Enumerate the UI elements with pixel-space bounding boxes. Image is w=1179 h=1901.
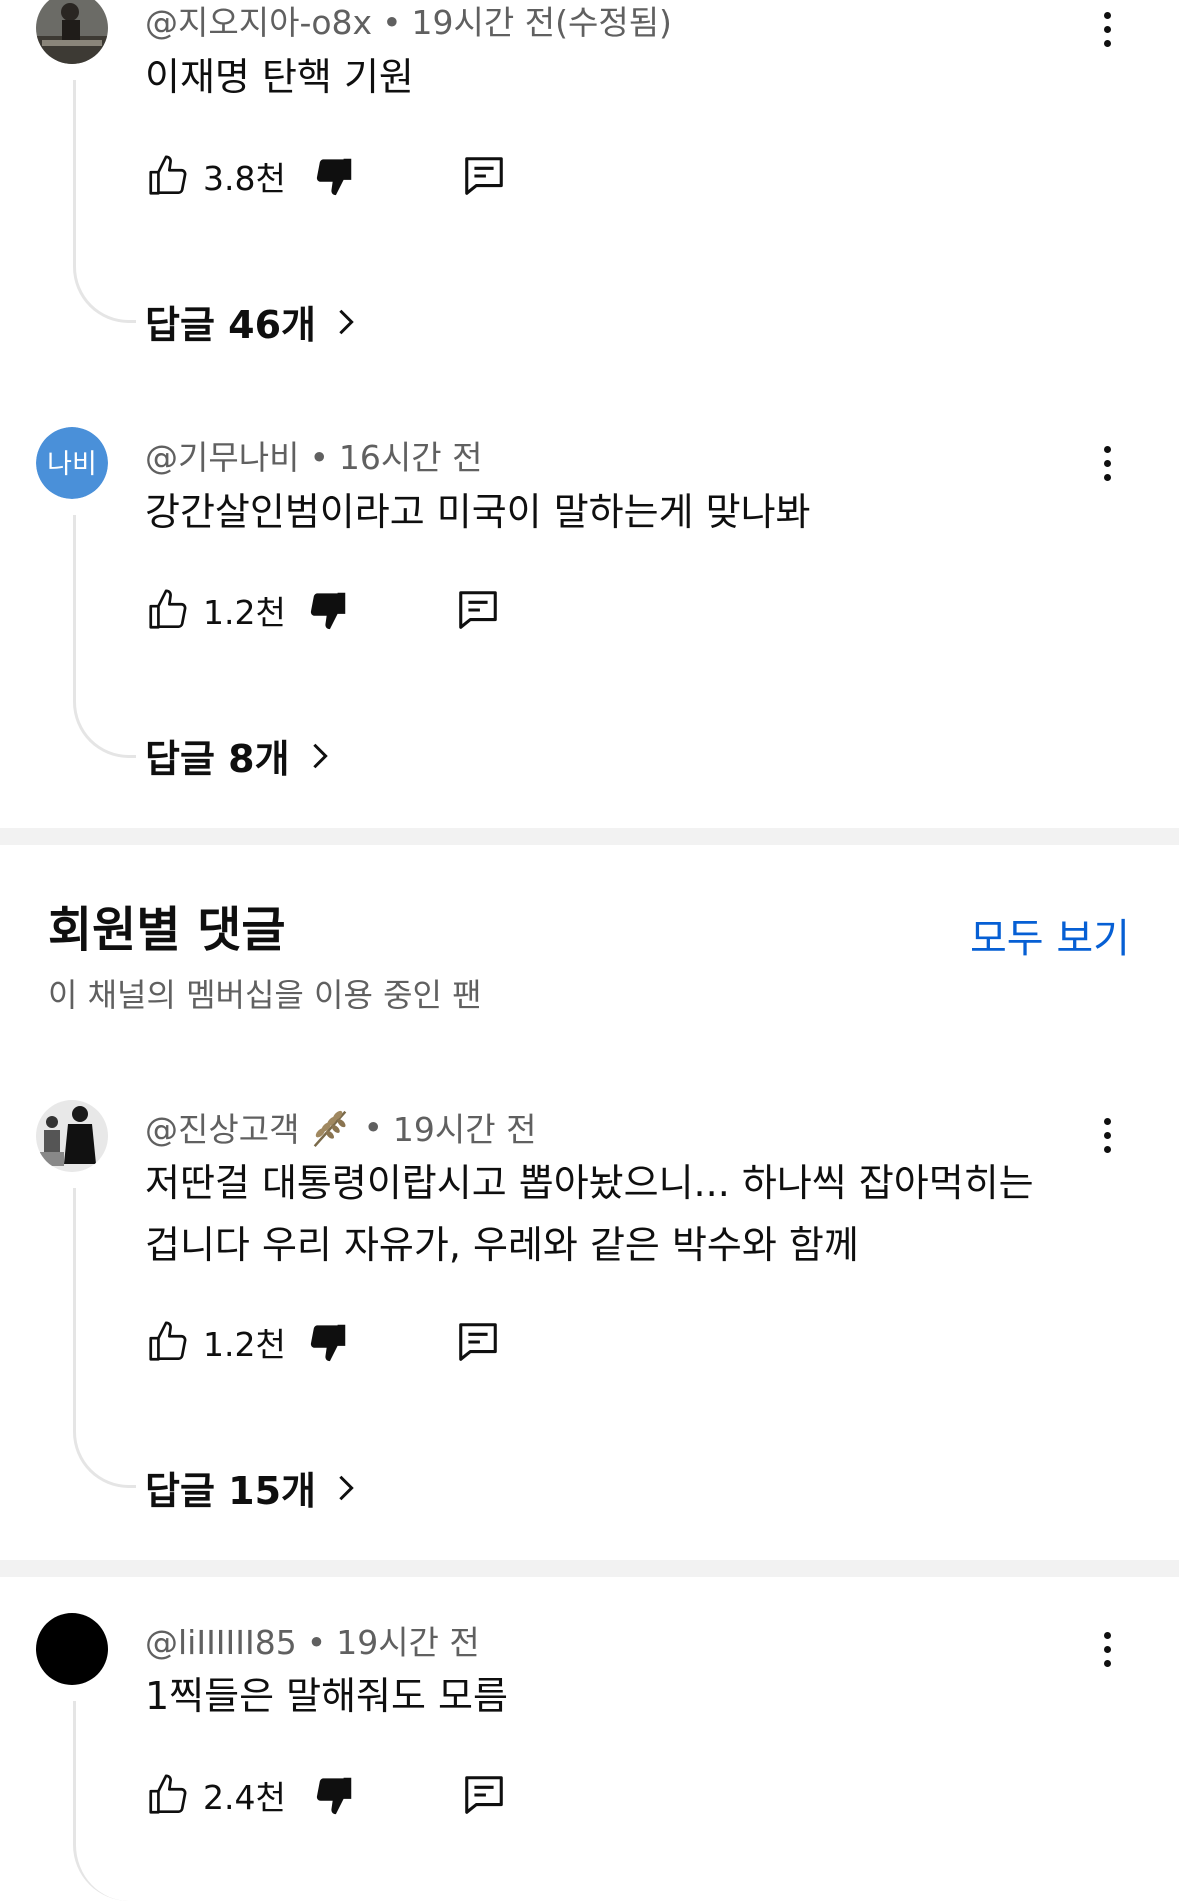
comment-meta: @기무나비 • 16시간 전	[145, 431, 482, 479]
reply-button[interactable]	[461, 153, 507, 199]
chevron-right-icon	[339, 1475, 354, 1500]
avatar[interactable]	[36, 1613, 108, 1685]
comment-text: 이재명 탄핵 기원	[145, 55, 414, 99]
like-button[interactable]	[145, 153, 191, 199]
more-options-button[interactable]	[1090, 4, 1124, 54]
dislike-button[interactable]	[305, 587, 351, 633]
comment-actions: 3.8천	[145, 148, 507, 204]
comment-time[interactable]: 19시간 전	[393, 1103, 537, 1151]
avatar-photo-icon	[36, 0, 108, 64]
replies-count: 답글 8개	[145, 737, 290, 781]
more-options-button[interactable]	[1090, 1110, 1124, 1160]
comment-time[interactable]: 19시간 전(수정됨)	[412, 3, 672, 42]
view-replies-button[interactable]: 답글 46개	[145, 294, 358, 349]
members-comments-title: 회원별 댓글	[48, 902, 286, 958]
replies-count: 답글 46개	[145, 303, 316, 347]
comment-author[interactable]: @진상고객	[145, 1103, 299, 1151]
like-count: 1.2천	[203, 593, 286, 632]
dislike-button[interactable]	[311, 153, 357, 199]
svg-text:나비: 나비	[47, 449, 97, 480]
chevron-right-icon	[312, 743, 328, 768]
section-divider	[0, 828, 1179, 845]
comment-meta: @진상고객 • 19시간 전	[145, 1103, 536, 1151]
avatar[interactable]: 나비	[36, 427, 108, 499]
comment-actions: 1.2천	[145, 1314, 501, 1370]
thread-line	[73, 80, 136, 323]
thread-line	[73, 1188, 136, 1488]
like-count: 1.2천	[203, 1325, 286, 1364]
section-divider	[0, 1560, 1179, 1577]
replies-count: 답글 15개	[145, 1469, 316, 1513]
thread-line	[73, 1701, 136, 1901]
like-button[interactable]	[145, 1772, 191, 1818]
reply-button[interactable]	[455, 1319, 501, 1365]
comment-actions: 1.2천	[145, 582, 501, 638]
view-replies-button[interactable]: 답글 8개	[145, 728, 332, 783]
meta-separator: •	[382, 3, 402, 42]
avatar-initials-icon: 나비	[36, 427, 108, 499]
like-count: 3.8천	[203, 159, 286, 198]
comment-text: 강간살인범이라고 미국이 말하는게 맞나봐	[145, 490, 811, 534]
more-options-button[interactable]	[1090, 1624, 1124, 1674]
see-all-button[interactable]: 모두 보기	[970, 906, 1130, 964]
wheat-badge-icon	[314, 1110, 347, 1147]
more-options-button[interactable]	[1090, 438, 1124, 488]
comment-time[interactable]: 19시간 전	[336, 1623, 480, 1662]
avatar[interactable]	[36, 0, 108, 64]
comment-text: 저딴걸 대통령이랍시고 뽑아놨으니... 하나씩 잡아먹히는 겁니다 우리 자유…	[145, 1161, 1034, 1267]
comment-author[interactable]: @지오지아-o8x	[145, 3, 372, 42]
comment-time[interactable]: 16시간 전	[339, 438, 483, 477]
thread-line	[73, 515, 136, 758]
comment-meta: @liIIIIII85 • 19시간 전	[145, 1616, 480, 1664]
comment-text: 1찍들은 말해줘도 모름	[145, 1674, 508, 1718]
meta-separator: •	[309, 438, 329, 477]
avatar[interactable]	[36, 1100, 108, 1172]
meta-separator: •	[306, 1623, 327, 1662]
like-count: 2.4천	[203, 1778, 286, 1817]
meta-separator: •	[363, 1107, 383, 1147]
dislike-button[interactable]	[305, 1319, 351, 1365]
comment-actions: 2.4천	[145, 1767, 507, 1823]
comment-author[interactable]: @liIIIIII85	[145, 1623, 297, 1662]
comment-author[interactable]: @기무나비	[145, 438, 299, 477]
comment-meta: @지오지아-o8x • 19시간 전(수정됨)	[145, 0, 672, 44]
reply-button[interactable]	[461, 1772, 507, 1818]
members-comments-subtitle: 이 채널의 멤버십을 이용 중인 팬	[48, 976, 482, 1014]
avatar-photo-icon	[36, 1100, 108, 1172]
like-button[interactable]	[145, 1319, 191, 1365]
view-replies-button[interactable]: 답글 15개	[145, 1460, 358, 1515]
chevron-right-icon	[339, 309, 354, 334]
dislike-button[interactable]	[311, 1772, 357, 1818]
reply-button[interactable]	[455, 587, 501, 633]
like-button[interactable]	[145, 587, 191, 633]
